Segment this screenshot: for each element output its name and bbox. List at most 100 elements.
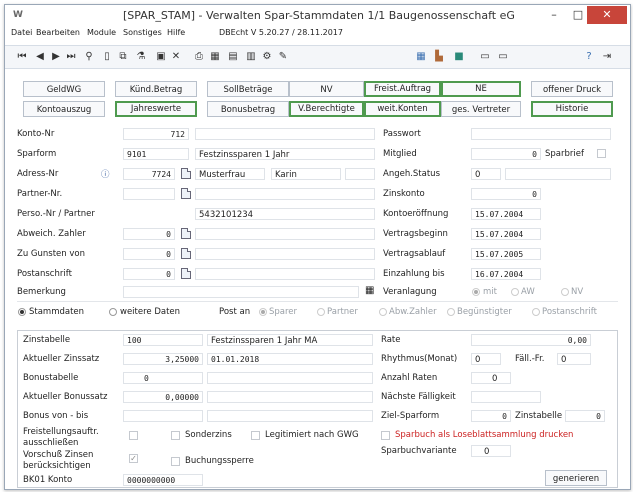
konto-spare-field[interactable] (195, 128, 375, 140)
menu-datei[interactable]: Datei (11, 28, 32, 37)
generieren-button[interactable]: generieren (545, 470, 607, 486)
perso-nr-field[interactable]: 5432101234 (195, 208, 375, 220)
minimize-button[interactable]: – (541, 6, 567, 24)
prev-record-icon[interactable]: ◀ (35, 49, 45, 64)
delete-icon[interactable]: ✕ (170, 49, 182, 64)
calendar-icon[interactable]: ▦ (415, 49, 427, 64)
report-icon[interactable]: ▤ (227, 49, 239, 64)
v-berechtigte-button[interactable]: V.Berechtigte (289, 101, 364, 117)
save-icon[interactable]: ▣ (155, 49, 167, 64)
weitere-daten-radio[interactable] (109, 308, 117, 316)
kuend-betrag-button[interactable]: Künd.Betrag (115, 81, 197, 97)
partner-nr-field[interactable] (123, 188, 175, 200)
bonus-von-field[interactable] (123, 410, 203, 422)
offener-druck-button[interactable]: offener Druck (531, 81, 613, 97)
next-record-icon[interactable]: ▶ (51, 49, 61, 64)
bonus-bis-field[interactable] (207, 410, 373, 422)
rhythmus-field[interactable]: 0 (471, 353, 501, 365)
folder-icon[interactable]: ▭ (479, 49, 491, 64)
last-record-icon[interactable]: ⏭ (65, 49, 77, 64)
book-icon[interactable]: ■ (453, 49, 465, 64)
ziel-sparform-field[interactable]: 0 (471, 410, 511, 422)
binoculars-icon[interactable]: ⚲ (83, 49, 95, 64)
veranlagung-nv-radio[interactable] (561, 288, 569, 296)
sparbrief-checkbox[interactable] (597, 149, 606, 158)
legitimiert-checkbox[interactable] (251, 431, 260, 440)
menu-hilfe[interactable]: Hilfe (167, 28, 185, 37)
address-info-icon[interactable]: ⓘ (101, 168, 110, 180)
kontoeroeffnung-field[interactable]: 15.07.2004 (471, 208, 541, 220)
ges-vertreter-button[interactable]: ges. Vertreter (441, 101, 521, 117)
stammdaten-radio[interactable] (18, 308, 26, 316)
freistellung-checkbox[interactable] (129, 431, 138, 440)
mitglied-field[interactable]: 0 (471, 148, 541, 160)
vertragsablauf-field[interactable]: 15.07.2005 (471, 248, 541, 260)
zinskonto-field[interactable]: 0 (471, 188, 541, 200)
sparbuchvariante-field[interactable]: 0 (471, 445, 511, 457)
naechste-faelligkeit-field[interactable] (471, 391, 541, 403)
address-doc-icon[interactable] (181, 168, 191, 179)
filter-icon[interactable]: ⚗ (135, 49, 147, 64)
veranlagung-mit-radio[interactable] (472, 288, 480, 296)
tools-icon[interactable]: ⚙ (261, 49, 273, 64)
vertragsbeginn-field[interactable]: 15.07.2004 (471, 228, 541, 240)
vorschuss-checkbox[interactable]: ✓ (129, 454, 138, 463)
sollbetraege-button[interactable]: SollBeträge (207, 81, 289, 97)
zinstabelle2-field[interactable]: 0 (565, 410, 605, 422)
print-preview-icon[interactable]: ▦ (209, 49, 221, 64)
veranlagung-aw-radio[interactable] (511, 288, 519, 296)
gunsten-doc-icon[interactable] (181, 248, 191, 259)
abweich-doc-icon[interactable] (181, 228, 191, 239)
new-doc-icon[interactable]: ▯ (101, 49, 113, 64)
chart-icon[interactable]: ▥ (245, 49, 257, 64)
postanschrift-field[interactable]: 0 (123, 268, 175, 280)
einzahlung-bis-field[interactable]: 16.07.2004 (471, 268, 541, 280)
zinssatz-field[interactable]: 3,25000 (123, 353, 203, 365)
sparbuch-loseblatt-checkbox[interactable] (381, 431, 390, 440)
nv-button[interactable]: NV (289, 81, 364, 97)
grid-icon[interactable]: ▦ (365, 285, 374, 296)
historie-button[interactable]: Historie (531, 101, 613, 117)
bonussatz-field[interactable]: 0,00000 (123, 391, 203, 403)
bonustabelle-field[interactable]: 0 (123, 372, 203, 384)
anzahl-raten-field[interactable]: 0 (471, 372, 511, 384)
abweich-zahler-field[interactable]: 0 (123, 228, 175, 240)
bonusbetrag-button[interactable]: Bonusbetrag (207, 101, 289, 117)
note-icon[interactable]: ✎ (277, 49, 289, 64)
adress-nr-field[interactable]: 7724 (123, 168, 175, 180)
post-abw-zahler-radio[interactable] (379, 308, 387, 316)
sonderzins-checkbox[interactable] (171, 431, 180, 440)
geldwg-button[interactable]: GeldWG (23, 81, 105, 97)
faell-fr-field[interactable]: 0 (557, 353, 591, 365)
copy-icon[interactable]: ⧉ (117, 49, 129, 64)
postanschrift-doc-icon[interactable] (181, 268, 191, 279)
bk01-konto-field[interactable]: 0000000000 (123, 474, 203, 486)
first-record-icon[interactable]: ⏮ (17, 49, 27, 64)
rate-field[interactable]: 0,00 (471, 334, 591, 346)
ne-button[interactable]: NE (441, 81, 521, 97)
print-icon[interactable]: ⎙ (193, 49, 205, 64)
doc-icon[interactable]: ▙ (433, 49, 445, 64)
folder-open-icon[interactable]: ▭ (497, 49, 509, 64)
post-beguenstigter-radio[interactable] (447, 308, 455, 316)
post-sparer-radio[interactable] (259, 308, 267, 316)
weit-konten-button[interactable]: weit.Konten (364, 101, 441, 117)
zu-gunsten-field[interactable]: 0 (123, 248, 175, 260)
konto-nr-field[interactable]: 712 (123, 128, 189, 140)
jahreswerte-button[interactable]: Jahreswerte (115, 101, 197, 117)
kontoauszug-button[interactable]: Kontoauszug (23, 101, 105, 117)
post-postanschrift-radio[interactable] (532, 308, 540, 316)
partner-doc-icon[interactable] (181, 188, 191, 199)
post-partner-radio[interactable] (317, 308, 325, 316)
sparform-code-field[interactable]: 9101 (123, 148, 189, 160)
menu-bearbeiten[interactable]: Bearbeiten (36, 28, 80, 37)
passwort-field[interactable] (471, 128, 611, 140)
exit-icon[interactable]: ⇥ (601, 49, 613, 64)
freist-auftrag-button[interactable]: Freist.Auftrag (364, 81, 441, 97)
help-icon[interactable]: ? (583, 49, 595, 64)
menu-module[interactable]: Module (87, 28, 116, 37)
buchungssperre-checkbox[interactable] (171, 457, 180, 466)
zinstabelle-field[interactable]: 100 (123, 334, 203, 346)
zinssatz-date-field[interactable]: 01.01.2018 (207, 353, 373, 365)
bemerkung-field[interactable] (123, 286, 359, 298)
